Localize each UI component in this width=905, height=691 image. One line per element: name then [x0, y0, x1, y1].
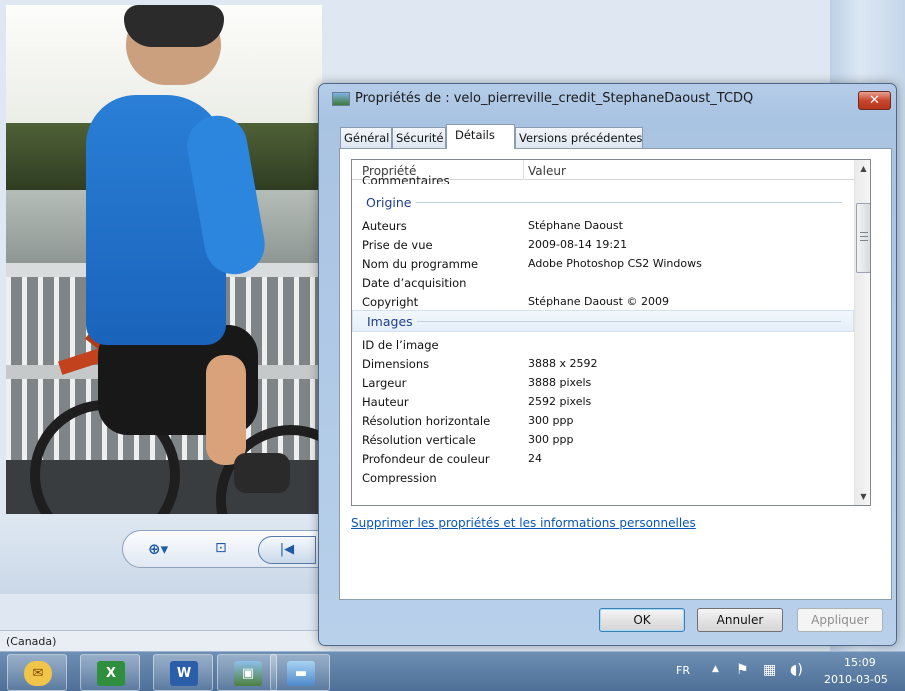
taskbar-photo-viewer-button[interactable]: ▣: [217, 654, 277, 691]
remove-properties-link[interactable]: Supprimer les propriétés et les informat…: [351, 516, 696, 530]
property-name: Dimensions: [362, 357, 430, 371]
photo-gallery-icon: ▬: [287, 661, 315, 686]
apply-button[interactable]: Appliquer: [797, 608, 883, 632]
property-name: Nom du programme: [362, 257, 479, 271]
tab-versions-precedentes[interactable]: Versions précédentes: [515, 127, 643, 148]
taskbar: ✉ X W ▣ ▬ FR ▲ ⚑ ▦ ◖) 15:09 2010-03-05: [0, 651, 905, 691]
scroll-up-arrow-icon[interactable]: ▲: [855, 160, 870, 177]
previous-button[interactable]: |◀: [258, 536, 316, 564]
property-value[interactable]: 24: [528, 452, 542, 465]
table-row[interactable]: Prise de vue 2009-08-14 19:21: [352, 235, 854, 254]
close-button[interactable]: ✕: [858, 91, 891, 110]
taskbar-outlook-button[interactable]: ✉: [7, 654, 67, 691]
details-panel: Propriété Valeur Commentaires Origine Au…: [339, 148, 892, 600]
grip-icon: [860, 232, 868, 241]
close-icon: ✕: [869, 93, 880, 108]
photo-viewer-icon: ▣: [234, 661, 262, 686]
clock-time[interactable]: 15:09: [844, 656, 876, 669]
property-value[interactable]: Stéphane Daoust: [528, 219, 623, 232]
viewer-controls: ⊕▾ ⊡ |◀: [0, 514, 342, 594]
table-row[interactable]: Résolution horizontale 300 ppp: [352, 411, 854, 430]
property-value[interactable]: 2009-08-14 19:21: [528, 238, 627, 251]
table-row[interactable]: Dimensions 3888 x 2592: [352, 354, 854, 373]
property-name: Copyright: [362, 295, 419, 309]
show-hidden-icons-icon[interactable]: ▲: [712, 664, 719, 674]
table-row[interactable]: Auteurs Stéphane Daoust: [352, 216, 854, 235]
vertical-scrollbar[interactable]: ▲ ▼: [854, 160, 870, 505]
locale-label: (Canada): [6, 635, 57, 648]
cancel-button[interactable]: Annuler: [697, 608, 783, 632]
previous-icon: |◀: [279, 542, 295, 557]
column-header-value[interactable]: Valeur: [528, 164, 566, 178]
property-value[interactable]: 3888 x 2592: [528, 357, 598, 370]
group-divider: [416, 202, 842, 203]
dialog-title: Propriétés de : velo_pierreville_credit_…: [355, 91, 754, 106]
group-divider: [417, 321, 841, 322]
network-icon[interactable]: ▦: [763, 662, 776, 678]
table-row[interactable]: Résolution verticale 300 ppp: [352, 430, 854, 449]
property-value[interactable]: 300 ppp: [528, 433, 573, 446]
property-value[interactable]: 300 ppp: [528, 414, 573, 427]
property-name: Prise de vue: [362, 238, 433, 252]
property-name: ID de l’image: [362, 338, 439, 352]
taskbar-photo-gallery-button[interactable]: ▬: [270, 654, 330, 691]
property-name: Hauteur: [362, 395, 409, 409]
property-value[interactable]: Stéphane Daoust © 2009: [528, 295, 669, 308]
property-name: Résolution verticale: [362, 433, 476, 447]
properties-dialog: Propriétés de : velo_pierreville_credit_…: [318, 83, 897, 646]
locale-status: (Canada): [0, 630, 330, 651]
property-name: Profondeur de couleur: [362, 452, 490, 466]
group-label: Images: [367, 314, 413, 329]
image-file-icon: [332, 92, 350, 106]
scroll-thumb[interactable]: [856, 203, 870, 273]
table-row[interactable]: Date d’acquisition: [352, 273, 854, 292]
property-value[interactable]: 3888 pixels: [528, 376, 591, 389]
table-row[interactable]: Profondeur de couleur 24: [352, 449, 854, 468]
property-name: Largeur: [362, 376, 407, 390]
clock-date[interactable]: 2010-03-05: [824, 673, 888, 686]
taskbar-excel-button[interactable]: X: [80, 654, 140, 691]
property-value[interactable]: 2592 pixels: [528, 395, 591, 408]
column-divider: [523, 160, 524, 180]
property-name: Résolution horizontale: [362, 414, 491, 428]
clipped-row: Commentaires: [362, 175, 450, 184]
group-label: Origine: [366, 195, 412, 210]
tab-securite[interactable]: Sécurité: [392, 127, 446, 148]
property-name: Compression: [362, 471, 437, 485]
tab-general[interactable]: Général: [340, 127, 392, 148]
property-value[interactable]: Adobe Photoshop CS2 Windows: [528, 257, 702, 270]
excel-icon: X: [97, 661, 125, 686]
word-icon: W: [170, 661, 198, 686]
table-row[interactable]: Copyright Stéphane Daoust © 2009: [352, 292, 854, 311]
outlook-icon: ✉: [24, 661, 52, 686]
title-bar[interactable]: Propriétés de : velo_pierreville_credit_…: [319, 84, 896, 114]
fit-window-icon[interactable]: ⊡: [215, 540, 237, 560]
table-row[interactable]: Hauteur 2592 pixels: [352, 392, 854, 411]
property-name: Date d’acquisition: [362, 276, 467, 290]
taskbar-word-button[interactable]: W: [153, 654, 213, 691]
group-header-origine: Origine: [352, 192, 854, 212]
property-name: Auteurs: [362, 219, 407, 233]
ok-button[interactable]: OK: [599, 608, 685, 632]
group-header-images: Images: [352, 310, 854, 332]
table-row[interactable]: ID de l’image: [352, 335, 854, 354]
table-row[interactable]: Nom du programme Adobe Photoshop CS2 Wind…: [352, 254, 854, 273]
property-list[interactable]: Propriété Valeur Commentaires Origine Au…: [351, 159, 871, 506]
table-row[interactable]: Compression: [352, 468, 854, 487]
system-tray: FR ▲ ⚑ ▦ ◖) 15:09 2010-03-05: [660, 652, 905, 691]
language-indicator[interactable]: FR: [676, 664, 690, 677]
tab-details[interactable]: Détails: [446, 124, 515, 149]
volume-icon[interactable]: ◖): [790, 662, 803, 678]
table-row[interactable]: Largeur 3888 pixels: [352, 373, 854, 392]
action-center-flag-icon[interactable]: ⚑: [736, 662, 749, 678]
scroll-down-arrow-icon[interactable]: ▼: [855, 488, 870, 505]
photo-image: [6, 5, 322, 514]
zoom-icon[interactable]: ⊕▾: [148, 540, 182, 560]
